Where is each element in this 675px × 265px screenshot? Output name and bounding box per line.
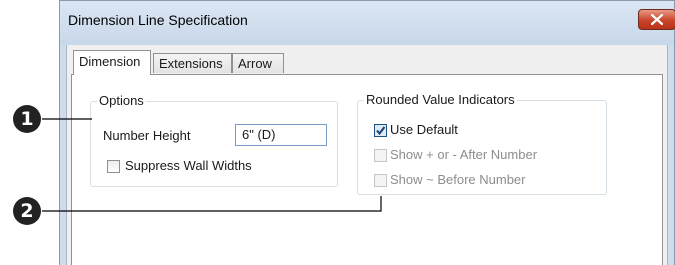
- use-default-label[interactable]: Use Default: [390, 122, 458, 137]
- title-bar[interactable]: Dimension Line Specification: [60, 1, 675, 45]
- tab-extensions[interactable]: Extensions: [153, 53, 232, 73]
- options-group-legend: Options: [97, 93, 146, 108]
- suppress-wall-widths-checkbox[interactable]: [107, 160, 120, 173]
- callout-marker-2: 2: [13, 197, 41, 225]
- callout-marker-1-number: 1: [20, 108, 34, 130]
- use-default-checkbox[interactable]: [374, 124, 387, 137]
- tab-extensions-label: Extensions: [159, 56, 223, 71]
- options-group: Options Number Height 6" (D) Suppress Wa…: [90, 93, 338, 187]
- number-height-label: Number Height: [103, 128, 191, 143]
- rounded-value-indicators-legend: Rounded Value Indicators: [364, 92, 517, 107]
- tab-arrow-label: Arrow: [238, 56, 272, 71]
- show-plus-minus-label: Show + or - After Number: [390, 147, 538, 162]
- callout-marker-2-number: 2: [20, 200, 34, 222]
- tab-dimension[interactable]: Dimension: [73, 50, 151, 75]
- show-plus-minus-checkbox[interactable]: [374, 149, 387, 162]
- dialog-client-area: Dimension Extensions Arrow Options Numbe…: [66, 45, 668, 265]
- show-tilde-checkbox[interactable]: [374, 174, 387, 187]
- close-icon: [651, 14, 663, 25]
- callout-marker-1: 1: [13, 105, 41, 133]
- number-height-input[interactable]: 6" (D): [235, 124, 327, 146]
- rounded-value-indicators-group: Rounded Value Indicators Use Default Sho…: [357, 92, 607, 195]
- tab-arrow[interactable]: Arrow: [232, 53, 284, 73]
- suppress-wall-widths-label[interactable]: Suppress Wall Widths: [125, 158, 252, 173]
- close-button[interactable]: [638, 9, 675, 30]
- dimension-tab-panel: Options Number Height 6" (D) Suppress Wa…: [71, 74, 663, 265]
- checkmark-icon: [376, 126, 386, 136]
- dimension-dialog: Dimension Line Specification Dimension E…: [59, 0, 675, 265]
- show-tilde-label: Show ~ Before Number: [390, 172, 526, 187]
- tab-dimension-label: Dimension: [79, 54, 141, 69]
- window-title: Dimension Line Specification: [68, 12, 248, 28]
